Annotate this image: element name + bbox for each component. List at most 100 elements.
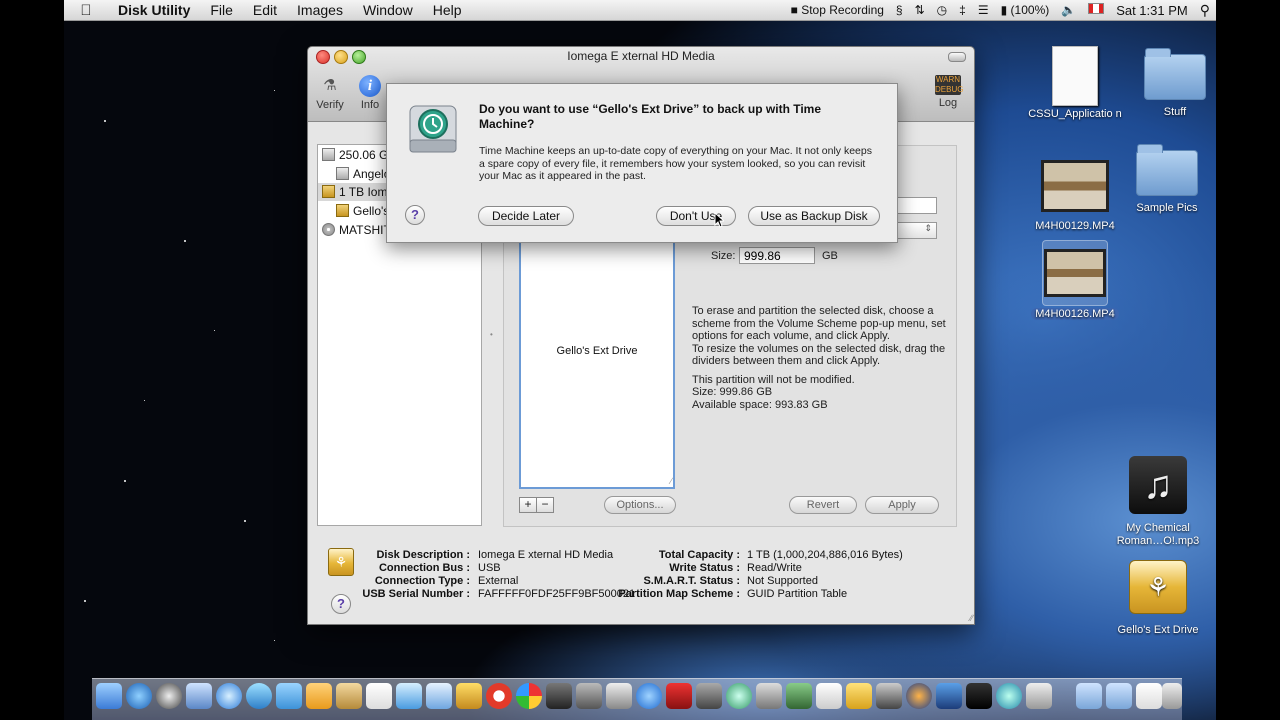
mail-icon[interactable] (396, 683, 422, 709)
desktop-icon-my-chemical-romance[interactable]: ♫ My Chemical Roman…O!.mp3 (1108, 456, 1208, 548)
stop-recording-item[interactable]: ■ Stop Recording (785, 3, 890, 17)
dashboard-icon[interactable] (156, 683, 182, 709)
info-icon: i (359, 75, 381, 97)
facebook-app-icon[interactable] (306, 683, 332, 709)
partition-map-label: Partition Map Scheme : (618, 588, 740, 600)
script-icon[interactable]: § (890, 3, 909, 17)
connection-type-label: Connection Type : (374, 575, 470, 587)
dialog-help-button[interactable]: ? (405, 205, 425, 225)
screenshot-app-icon[interactable] (546, 683, 572, 709)
dialog-message: Time Machine keeps an up-to-date copy of… (479, 145, 872, 182)
time-machine-icon[interactable]: ◷ (931, 3, 953, 17)
dock (92, 678, 1182, 720)
address-book-icon[interactable] (336, 683, 362, 709)
usb-disk-icon (322, 185, 335, 198)
split-view-divider-handle[interactable]: • (490, 330, 493, 339)
preview-icon[interactable] (186, 683, 212, 709)
chrome-icon[interactable] (516, 683, 542, 709)
wifi-icon[interactable]: ☰ (972, 3, 995, 17)
video-thumbnail-icon (1041, 160, 1109, 212)
clock[interactable]: Sat 1:31 PM (1110, 3, 1194, 18)
desktop-icon-sample-pics[interactable]: Sample Pics (1117, 142, 1216, 215)
log-button[interactable]: WARN DEBUG Log (928, 75, 968, 109)
game-app-icon[interactable] (456, 683, 482, 709)
volume-icon[interactable]: 🔈 (1055, 3, 1082, 17)
ical-icon[interactable] (366, 683, 392, 709)
applications-folder-icon[interactable] (1076, 683, 1102, 709)
add-partition-button[interactable]: + (519, 497, 537, 513)
spotlight-icon[interactable]: ⚲ (1194, 2, 1216, 19)
photo-booth-red-icon[interactable] (666, 683, 692, 709)
folder-icon (1136, 144, 1198, 196)
safari-icon[interactable] (216, 683, 242, 709)
options-button[interactable]: Options... (604, 496, 676, 514)
lifesaver-app-icon[interactable] (486, 683, 512, 709)
desktop-icon-m4h00126[interactable]: M4H00126.MP4 (1025, 240, 1125, 321)
document-stack-icon[interactable] (1136, 683, 1162, 709)
bluetooth-icon[interactable]: ‡ (953, 3, 972, 17)
printer-icon[interactable] (1026, 683, 1052, 709)
battery-status[interactable]: ▮ (100%) (995, 3, 1056, 17)
decide-later-button[interactable]: Decide Later (478, 206, 574, 226)
utility-app-icon[interactable] (786, 683, 812, 709)
apple-menu-icon[interactable]:  (64, 2, 108, 19)
remove-partition-button[interactable]: − (536, 497, 554, 513)
desktop-icon-cssu-application[interactable]: CSSU_Applicatio n (1025, 46, 1125, 121)
use-as-backup-disk-button[interactable]: Use as Backup Disk (748, 206, 880, 226)
menu-file[interactable]: File (200, 0, 243, 20)
size-field[interactable]: 999.86 (739, 247, 815, 264)
desktop-icon-label: Sample Pics (1136, 202, 1198, 214)
trash-icon[interactable] (1162, 683, 1182, 709)
menu-edit[interactable]: Edit (243, 0, 287, 20)
desktop-icon-stuff[interactable]: Stuff (1125, 46, 1216, 119)
photo-booth-icon[interactable] (276, 683, 302, 709)
firefox-icon[interactable] (906, 683, 932, 709)
disk-utility-dock-icon[interactable] (876, 683, 902, 709)
partition-map-value: GUID Partition Table (747, 588, 848, 600)
sync-icon[interactable]: ⇅ (909, 3, 931, 17)
menu-images[interactable]: Images (287, 0, 353, 20)
verify-button[interactable]: ⚗ Verify (310, 75, 350, 111)
size-label: Size: (711, 250, 736, 262)
menu-window[interactable]: Window (353, 0, 423, 20)
partition-layout-volume[interactable]: Gello's Ext Drive ∕ (519, 237, 675, 489)
person-app-icon[interactable] (936, 683, 962, 709)
desktop-icon-label: My Chemical Roman…O!.mp3 (1116, 522, 1200, 547)
ichat-icon[interactable] (246, 683, 272, 709)
system-preferences-icon[interactable] (756, 683, 782, 709)
window-resize-grip[interactable]: ∕∕ (970, 613, 973, 623)
desktop-icon-gellos-ext-drive[interactable]: ⚘ Gello's Ext Drive (1108, 560, 1208, 637)
imovie-icon[interactable] (576, 683, 602, 709)
garageband-icon[interactable] (696, 683, 722, 709)
sidebar-item-gellos-volume[interactable]: Gello's (336, 202, 389, 220)
info-button[interactable]: i Info (350, 75, 390, 111)
textedit-icon[interactable] (816, 683, 842, 709)
finder-icon[interactable] (96, 683, 122, 709)
revert-button[interactable]: Revert (789, 496, 857, 514)
sidebar-item-angelo-volume[interactable]: Angelo (336, 165, 390, 183)
documents-folder-icon[interactable] (1106, 683, 1132, 709)
toolbar-toggle-button[interactable] (948, 52, 966, 62)
dont-use-button[interactable]: Don't Use (656, 206, 736, 226)
sidebar-item-optical-drive[interactable]: MATSHIT/ (322, 221, 394, 239)
time-machine-dock-icon[interactable] (726, 683, 752, 709)
iphoto-icon[interactable] (606, 683, 632, 709)
stickies-icon[interactable] (846, 683, 872, 709)
desktop-icon-m4h00129[interactable]: M4H00129.MP4 (1025, 160, 1125, 233)
star (274, 640, 275, 641)
resize-handle-icon[interactable]: ∕ (670, 476, 672, 486)
desktop-icon-label: Gello's Ext Drive (1117, 624, 1199, 636)
battery-percent: (100%) (1010, 3, 1050, 17)
size-unit: GB (822, 250, 838, 262)
star (274, 90, 275, 91)
quicktime-icon[interactable] (996, 683, 1022, 709)
app-store-icon[interactable] (126, 683, 152, 709)
apply-button[interactable]: Apply (865, 496, 939, 514)
menu-app-name[interactable]: Disk Utility (108, 0, 200, 20)
itunes-icon[interactable] (636, 683, 662, 709)
terminal-icon[interactable] (966, 683, 992, 709)
box-app-icon[interactable] (426, 683, 452, 709)
sidebar-item-internal-disk[interactable]: 250.06 G (322, 146, 388, 164)
menu-help[interactable]: Help (423, 0, 472, 20)
input-source-flag-icon[interactable] (1082, 3, 1110, 17)
